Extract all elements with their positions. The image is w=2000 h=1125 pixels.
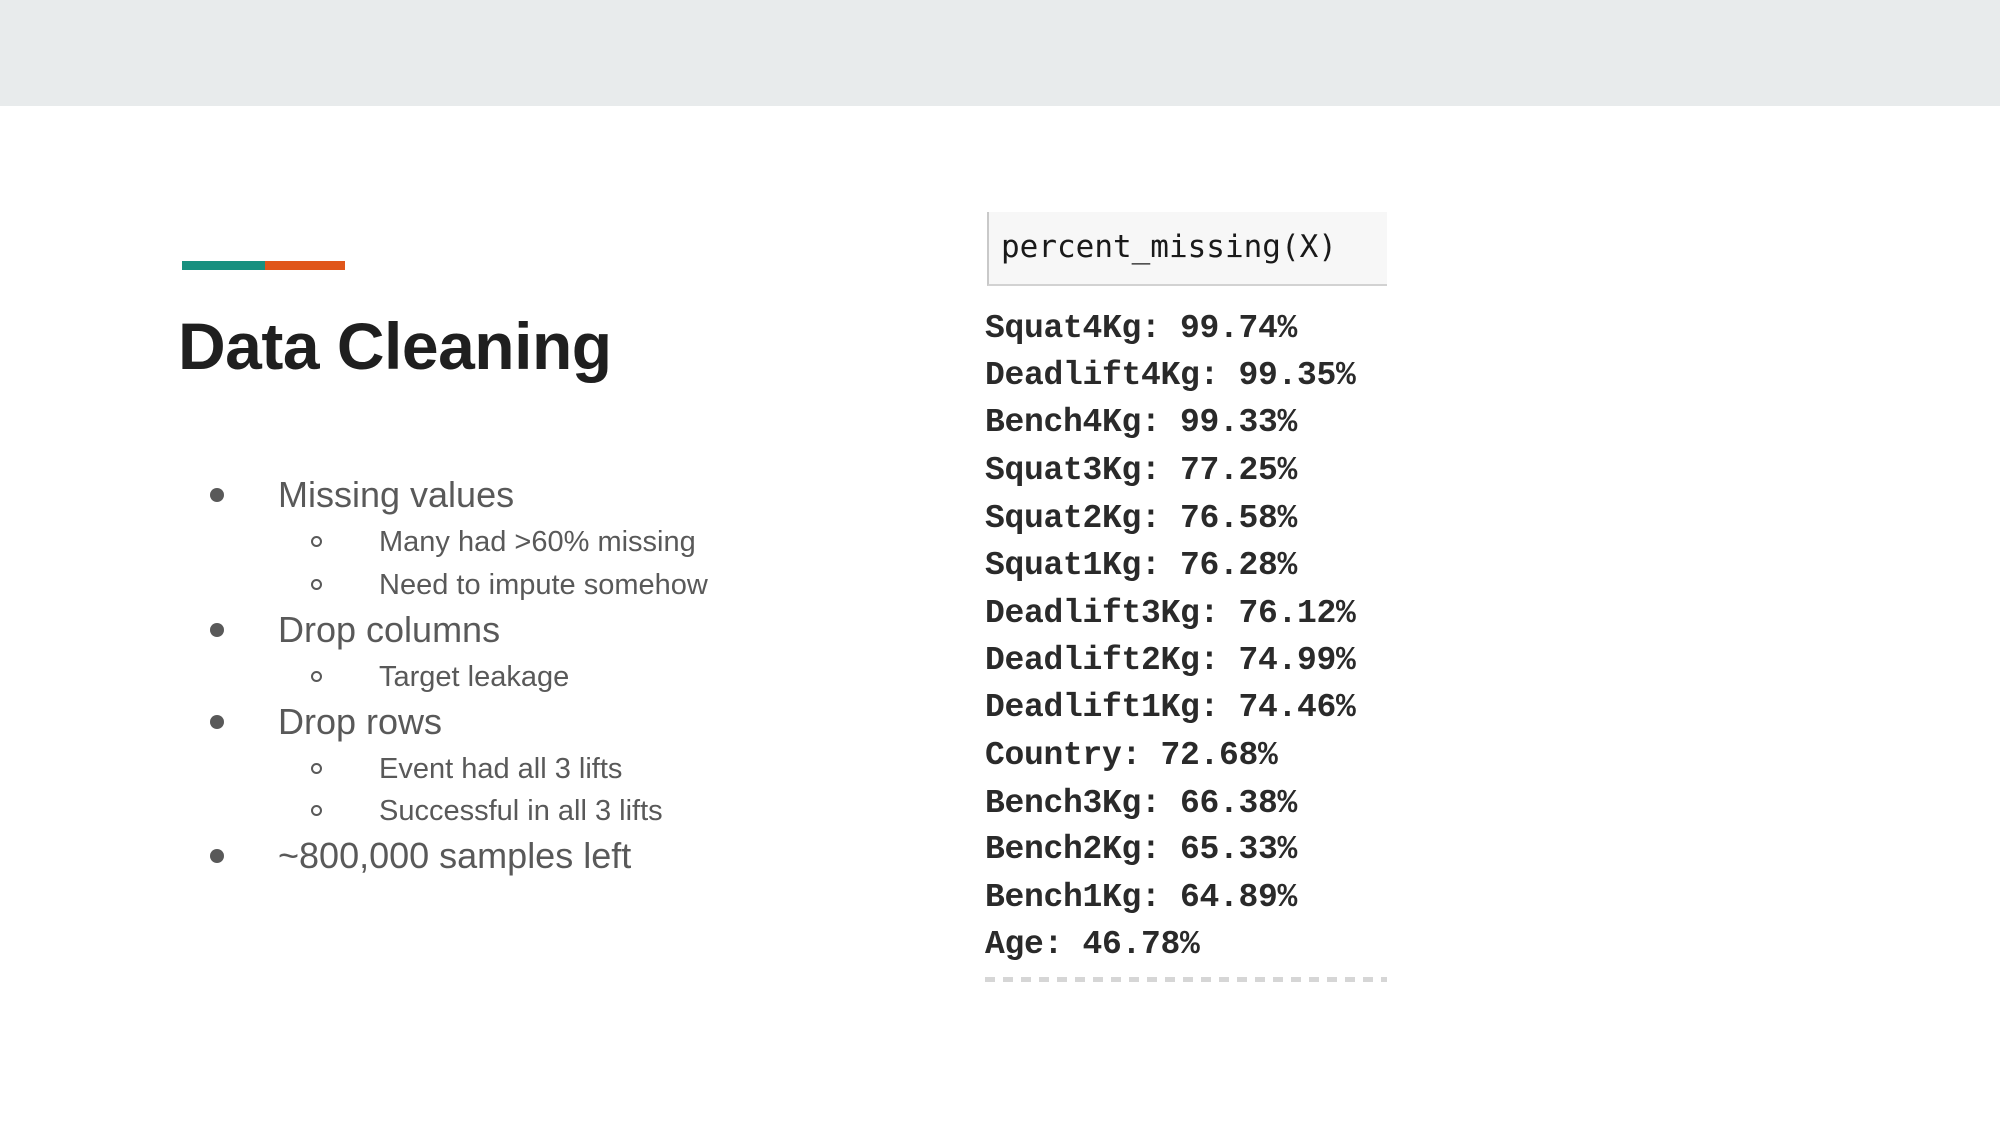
bullet-text: Drop columns [278,609,501,650]
bullet-item: Drop rows [210,699,442,745]
slide-title: Data Cleaning [178,309,612,383]
sub-bullet-text: Successful in all 3 lifts [379,794,663,827]
top-band [0,0,2000,106]
output-line: Bench3Kg: 66.38% [985,785,1298,822]
sub-bullet-text: Many had >60% missing [379,525,696,558]
output-line: Deadlift2Kg: 74.99% [985,642,1356,679]
output-line: Squat1Kg: 76.28% [985,547,1298,584]
output-line: Age: 46.78% [985,926,1200,963]
bullet-ring-icon [311,763,322,774]
accent-bar-teal [182,261,265,270]
output-line: Squat3Kg: 77.25% [985,452,1298,489]
sub-bullet-item: Event had all 3 lifts [311,749,622,789]
output-line: Deadlift3Kg: 76.12% [985,595,1356,632]
output-line: Deadlift1Kg: 74.46% [985,689,1356,726]
sub-bullet-item: Successful in all 3 lifts [311,791,663,831]
output-line: Bench1Kg: 64.89% [985,879,1298,916]
bullet-ring-icon [311,671,322,682]
bullet-ring-icon [311,579,322,590]
bullet-ring-icon [311,536,322,547]
bullet-dot-icon [210,715,224,729]
code-output-screenshot: percent_missing(X) Squat4Kg: 99.74% Dead… [985,212,1387,982]
sub-bullet-text: Need to impute somehow [379,568,708,601]
output-line: Deadlift4Kg: 99.35% [985,357,1356,394]
output-line: Squat2Kg: 76.58% [985,500,1298,537]
sub-bullet-text: Target leakage [379,660,570,693]
bullet-item: ~800,000 samples left [210,833,631,879]
code-input-cell: percent_missing(X) [987,212,1387,286]
bullet-dot-icon [210,488,224,502]
accent-bar-orange [265,261,345,270]
sub-bullet-item: Need to impute somehow [311,565,708,605]
bullet-text: Drop rows [278,701,443,742]
bullet-item: Drop columns [210,607,500,653]
bullet-text: ~800,000 samples left [278,835,632,876]
output-line: Squat4Kg: 99.74% [985,310,1298,347]
code-input: percent_missing(X) [1001,229,1337,265]
sub-bullet-text: Event had all 3 lifts [379,752,623,785]
output-line: Bench2Kg: 65.33% [985,831,1298,868]
bullet-item: Missing values [210,472,514,518]
output-line: Country: 72.68% [985,737,1278,774]
bullet-text: Missing values [278,474,515,515]
bullet-dot-icon [210,623,224,637]
bullet-dot-icon [210,849,224,863]
sub-bullet-item: Many had >60% missing [311,522,696,562]
bullet-ring-icon [311,805,322,816]
cropped-line-fragment [985,977,1387,982]
output-line: Bench4Kg: 99.33% [985,404,1298,441]
sub-bullet-item: Target leakage [311,657,569,697]
